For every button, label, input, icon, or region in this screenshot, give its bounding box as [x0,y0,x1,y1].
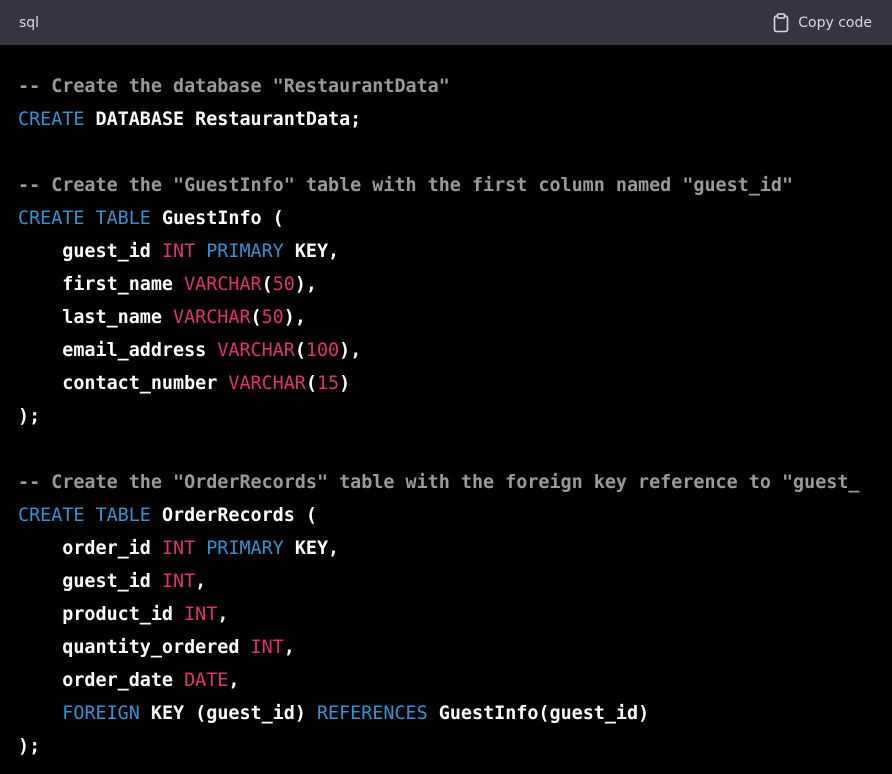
code-line: order_date DATE, [18,664,892,697]
code-text: DATABASE RestaurantData; [84,109,362,130]
copy-code-label: Copy code [798,14,872,31]
code-number: 50 [272,274,295,295]
code-type: VARCHAR [217,340,295,361]
code-text: ( [250,307,262,328]
code-line: quantity_ordered INT, [18,631,892,664]
code-line: ); [18,400,892,433]
code-text: , [228,670,240,691]
code-comment: -- Create the database "RestaurantData" [18,76,450,97]
code-text: KEY, [283,538,340,559]
code-text: GuestInfo(guest_id) [427,703,650,724]
code-text: ), [283,307,306,328]
code-text: product_id [18,604,185,625]
code-keyword: TABLE [95,208,151,229]
code-text: ); [18,736,41,757]
code-line: order_id INT PRIMARY KEY, [18,532,892,565]
code-comment: -- Create the "OrderRecords" table with … [18,472,860,493]
code-type: DATE [184,670,229,691]
code-type: INT [161,571,196,592]
code-text: ( [261,274,273,295]
code-type: INT [250,637,284,658]
code-text: , [217,604,229,625]
code-type: VARCHAR [184,274,262,295]
code-text: , [283,637,295,658]
code-keyword: FOREIGN [62,703,140,724]
code-line: CREATE TABLE GuestInfo ( [18,202,892,235]
code-text: OrderRecords ( [150,505,317,526]
code-line: -- Create the "GuestInfo" table with the… [18,169,892,202]
code-keyword: PRIMARY [206,241,284,262]
code-text: ( [305,373,317,394]
language-label: sql [19,14,40,31]
code-text: quantity_ordered [18,637,251,658]
code-type: INT [161,538,196,559]
code-text: first_name [18,274,185,295]
code-line: ); [18,730,892,763]
code-line: email_address VARCHAR(100), [18,334,892,367]
code-line: product_id INT, [18,598,892,631]
code-comment: -- Create the "GuestInfo" table with the… [18,175,794,196]
code-text: email_address [18,340,218,361]
code-line: contact_number VARCHAR(15) [18,367,892,400]
code-keyword: CREATE [18,109,85,130]
code-type: INT [161,241,196,262]
code-line: CREATE DATABASE RestaurantData; [18,103,892,136]
code-text: KEY (guest_id) [139,703,317,724]
code-text: ( [294,340,306,361]
code-number: 50 [261,307,284,328]
code-block-header: sql Copy code [0,0,892,45]
code-text: contact_number [18,373,229,394]
code-number: 15 [316,373,340,394]
code-line: FOREIGN KEY (guest_id) REFERENCES GuestI… [18,697,892,730]
code-text: GuestInfo ( [150,208,284,229]
code-line: -- Create the "OrderRecords" table with … [18,466,892,499]
code-text: guest_id [18,241,162,262]
code-number: 100 [305,340,340,361]
code-line: guest_id INT PRIMARY KEY, [18,235,892,268]
code-keyword: REFERENCES [316,703,428,724]
code-block: sql Copy code -- Create the database "Re… [0,0,892,774]
code-line: last_name VARCHAR(50), [18,301,892,334]
code-text: , [195,571,207,592]
clipboard-icon [773,12,789,33]
copy-code-button[interactable]: Copy code [773,12,872,33]
code-text: ), [339,340,362,361]
code-content[interactable]: -- Create the database "RestaurantData" C… [18,70,892,763]
code-line: guest_id INT, [18,565,892,598]
code-line: first_name VARCHAR(50), [18,268,892,301]
code-text: guest_id [18,571,162,592]
code-text: ) [339,373,351,394]
code-type: VARCHAR [173,307,251,328]
code-keyword: CREATE [18,505,85,526]
code-text: order_id [18,538,162,559]
code-type: INT [184,604,218,625]
code-keyword: TABLE [95,505,151,526]
code-text: ); [18,406,41,427]
code-text: ), [294,274,317,295]
code-text: order_date [18,670,185,691]
code-keyword: CREATE [18,208,85,229]
code-text: last_name [18,307,174,328]
code-keyword: PRIMARY [206,538,284,559]
code-text: KEY, [283,241,340,262]
code-line: -- Create the database "RestaurantData" [18,70,892,103]
code-line: CREATE TABLE OrderRecords ( [18,499,892,532]
code-type: VARCHAR [228,373,306,394]
